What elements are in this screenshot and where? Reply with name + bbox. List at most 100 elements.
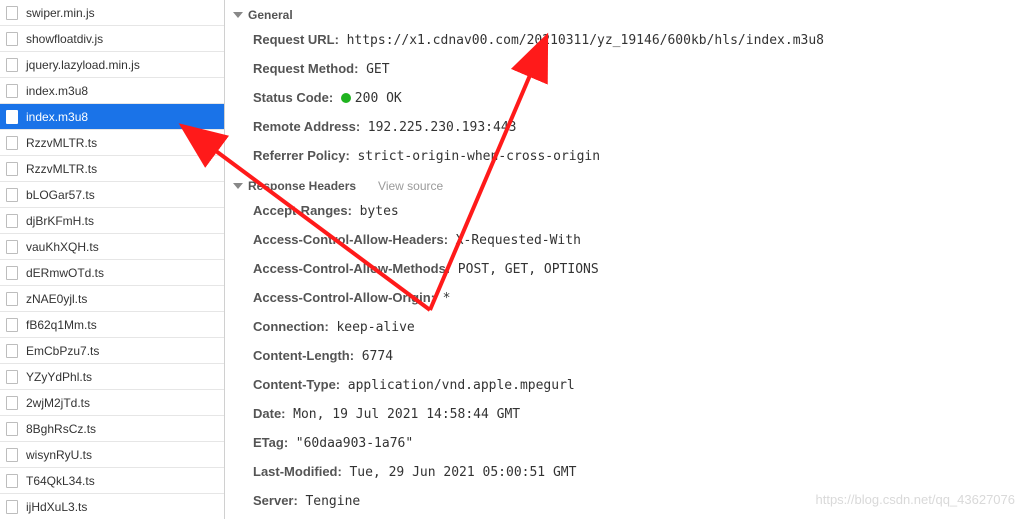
request-list-item-label: zNAE0yjl.ts (26, 292, 87, 306)
request-list-item-label: RzzvMLTR.ts (26, 162, 97, 176)
request-list-item-label: jquery.lazyload.min.js (26, 58, 140, 72)
request-list-item[interactable]: wisynRyU.ts (0, 442, 224, 468)
section-response-headers[interactable]: Response Headers (233, 179, 356, 193)
row-accept-ranges: Accept-Ranges: bytes (225, 197, 1031, 226)
file-icon (6, 292, 18, 306)
chevron-down-icon (233, 183, 243, 189)
label-content-length: Content-Length: (253, 348, 354, 363)
request-list-item[interactable]: zNAE0yjl.ts (0, 286, 224, 312)
file-icon (6, 240, 18, 254)
value-server: Tengine (305, 494, 360, 509)
request-list-item-label: 8BghRsCz.ts (26, 422, 96, 436)
file-icon (6, 162, 18, 176)
label-server: Server: (253, 493, 298, 508)
file-icon (6, 214, 18, 228)
request-list-item-label: EmCbPzu7.ts (26, 344, 99, 358)
value-last-modified: Tue, 29 Jun 2021 05:00:51 GMT (349, 465, 576, 480)
request-list-item[interactable]: ijHdXuL3.ts (0, 494, 224, 519)
label-connection: Connection: (253, 319, 329, 334)
request-list-item[interactable]: RzzvMLTR.ts (0, 130, 224, 156)
request-list-item[interactable]: bLOGar57.ts (0, 182, 224, 208)
request-list-item[interactable]: vauKhXQH.ts (0, 234, 224, 260)
label-last-modified: Last-Modified: (253, 464, 342, 479)
label-referrer-policy: Referrer Policy: (253, 148, 350, 163)
request-list-item-label: index.m3u8 (26, 84, 88, 98)
request-list-item[interactable]: T64QkL34.ts (0, 468, 224, 494)
request-list-item[interactable]: swiper.min.js (0, 0, 224, 26)
status-code-text: 200 OK (355, 91, 402, 106)
section-response-headers-label: Response Headers (248, 179, 356, 193)
row-status-code: Status Code: 200 OK (225, 84, 1031, 113)
value-request-url: https://x1.cdnav00.com/20210311/yz_19146… (347, 33, 824, 48)
request-list-item[interactable]: showfloatdiv.js (0, 26, 224, 52)
request-list-item[interactable]: RzzvMLTR.ts (0, 156, 224, 182)
row-last-modified: Last-Modified: Tue, 29 Jun 2021 05:00:51… (225, 458, 1031, 487)
file-icon (6, 32, 18, 46)
file-icon (6, 500, 18, 514)
chevron-down-icon (233, 12, 243, 18)
request-list-item[interactable]: jquery.lazyload.min.js (0, 52, 224, 78)
file-icon (6, 188, 18, 202)
request-list-item-label: T64QkL34.ts (26, 474, 95, 488)
request-list-item-label: dERmwOTd.ts (26, 266, 104, 280)
label-request-url: Request URL: (253, 32, 339, 47)
request-list-item[interactable]: dERmwOTd.ts (0, 260, 224, 286)
value-ac-allow-origin: * (443, 291, 451, 306)
row-server: Server: Tengine (225, 487, 1031, 516)
row-content-length: Content-Length: 6774 (225, 342, 1031, 371)
row-ac-allow-headers: Access-Control-Allow-Headers: X-Requeste… (225, 226, 1031, 255)
value-status-code: 200 OK (341, 91, 402, 106)
label-remote-address: Remote Address: (253, 119, 360, 134)
request-list-item-label: wisynRyU.ts (26, 448, 92, 462)
row-referrer-policy: Referrer Policy: strict-origin-when-cros… (225, 142, 1031, 171)
label-accept-ranges: Accept-Ranges: (253, 203, 352, 218)
file-icon (6, 474, 18, 488)
value-content-length: 6774 (362, 349, 393, 364)
file-icon (6, 370, 18, 384)
file-icon (6, 266, 18, 280)
request-list-item[interactable]: 8BghRsCz.ts (0, 416, 224, 442)
value-connection: keep-alive (336, 320, 414, 335)
value-referrer-policy: strict-origin-when-cross-origin (357, 149, 600, 164)
label-ac-allow-headers: Access-Control-Allow-Headers: (253, 232, 448, 247)
row-etag: ETag: "60daa903-1a76" (225, 429, 1031, 458)
request-list-item-label: RzzvMLTR.ts (26, 136, 97, 150)
row-request-method: Request Method: GET (225, 55, 1031, 84)
headers-panel: General Request URL: https://x1.cdnav00.… (225, 0, 1031, 519)
request-list-item[interactable]: djBrKFmH.ts (0, 208, 224, 234)
view-source-link[interactable]: View source (378, 179, 443, 193)
section-general-label: General (248, 8, 293, 22)
file-icon (6, 318, 18, 332)
value-ac-allow-headers: X-Requested-With (456, 233, 581, 248)
label-etag: ETag: (253, 435, 288, 450)
file-icon (6, 422, 18, 436)
request-list-item[interactable]: index.m3u8 (0, 104, 224, 130)
file-icon (6, 6, 18, 20)
request-list-item[interactable]: EmCbPzu7.ts (0, 338, 224, 364)
network-request-list[interactable]: swiper.min.js showfloatdiv.js jquery.lazyl… (0, 0, 225, 519)
file-icon (6, 58, 18, 72)
status-dot-icon (341, 93, 351, 103)
request-list-item-label: ijHdXuL3.ts (26, 500, 87, 514)
value-request-method: GET (366, 62, 389, 77)
value-ac-allow-methods: POST, GET, OPTIONS (458, 262, 599, 277)
file-icon (6, 344, 18, 358)
value-etag: "60daa903-1a76" (296, 436, 413, 451)
request-list-item-label: showfloatdiv.js (26, 32, 103, 46)
request-list-item[interactable]: 2wjM2jTd.ts (0, 390, 224, 416)
label-ac-allow-origin: Access-Control-Allow-Origin: (253, 290, 435, 305)
file-icon (6, 136, 18, 150)
request-list-item[interactable]: index.m3u8 (0, 78, 224, 104)
label-content-type: Content-Type: (253, 377, 340, 392)
request-list-item-label: fB62q1Mm.ts (26, 318, 97, 332)
value-remote-address: 192.225.230.193:443 (368, 120, 517, 135)
row-request-url: Request URL: https://x1.cdnav00.com/2021… (225, 26, 1031, 55)
request-list-item[interactable]: fB62q1Mm.ts (0, 312, 224, 338)
row-remote-address: Remote Address: 192.225.230.193:443 (225, 113, 1031, 142)
request-list-item[interactable]: YZyYdPhl.ts (0, 364, 224, 390)
request-list-item-label: YZyYdPhl.ts (26, 370, 92, 384)
request-list-item-label: vauKhXQH.ts (26, 240, 99, 254)
section-general[interactable]: General (225, 4, 1031, 26)
row-date: Date: Mon, 19 Jul 2021 14:58:44 GMT (225, 400, 1031, 429)
request-list-item-label: 2wjM2jTd.ts (26, 396, 90, 410)
